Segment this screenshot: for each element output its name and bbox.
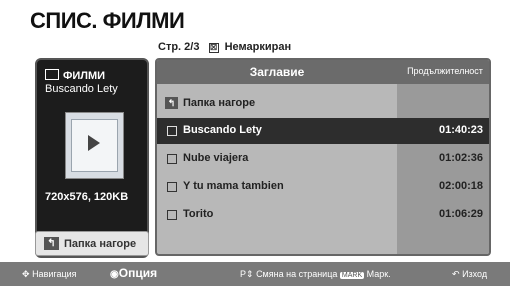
row-duration: 01:40:23 xyxy=(438,124,483,136)
preview-file-name: Buscando Lety xyxy=(45,83,118,95)
page-rocker-icon: P⇕ xyxy=(240,269,254,279)
row-name: Torito xyxy=(183,208,214,220)
row-name: Buscando Lety xyxy=(183,124,262,136)
option-hint[interactable]: ◉Опция xyxy=(110,266,157,280)
row-name: Nube viajera xyxy=(183,152,249,164)
column-duration[interactable]: Продължителност xyxy=(397,66,489,76)
list-row[interactable]: Y tu mama tambien 02:00:18 xyxy=(157,174,489,200)
folder-up-icon: ↰ xyxy=(44,237,59,250)
row-duration: 01:06:29 xyxy=(438,208,483,220)
list-row[interactable]: Nube viajera 01:02:36 xyxy=(157,146,489,172)
row-duration: 01:02:36 xyxy=(438,152,483,164)
category-label: ФИЛМИ xyxy=(45,68,105,82)
movie-folder-icon xyxy=(45,69,59,80)
row-duration: 02:00:18 xyxy=(438,180,483,192)
folder-up-label: Папка нагоре xyxy=(64,238,137,250)
option-button-icon: ◉ xyxy=(110,269,119,280)
list-row[interactable]: Torito 01:06:29 xyxy=(157,202,489,228)
page-title: СПИС. ФИЛМИ xyxy=(30,8,185,33)
filter-label: Немаркиран xyxy=(224,41,292,53)
mark-key-icon: MARK xyxy=(339,272,365,279)
mark-label: Марк. xyxy=(366,269,391,279)
exit-label: Изход xyxy=(462,269,488,279)
folder-up-icon: ↰ xyxy=(165,97,178,109)
preview-panel: ФИЛМИ Buscando Lety 720x576, 120KB xyxy=(35,58,149,258)
list-row-folder-up[interactable]: ↰ Папка нагоре xyxy=(157,91,489,117)
folder-up-button[interactable]: ↰ Папка нагоре xyxy=(35,231,149,256)
play-icon xyxy=(88,135,100,151)
nav-label: Навигация xyxy=(32,269,77,279)
preview-resolution: 720x576, 120KB xyxy=(45,191,129,203)
list-header: Заглавие Продължителност xyxy=(157,60,489,84)
page-number: Стр. 2/3 xyxy=(158,41,200,53)
column-title[interactable]: Заглавие xyxy=(157,65,397,79)
exit-icon: ↶ xyxy=(452,269,460,279)
video-thumbnail xyxy=(65,112,124,179)
row-name: Y tu mama tambien xyxy=(183,180,284,192)
exit-hint[interactable]: ↶ Изход xyxy=(452,269,487,280)
category-text: ФИЛМИ xyxy=(63,70,106,82)
page-change-hint: P⇕ Смяна на страница MARK Марк. xyxy=(240,269,391,280)
row-checkbox[interactable] xyxy=(167,154,177,164)
option-label: Опция xyxy=(118,266,158,280)
page-change-label: Смяна на страница xyxy=(256,269,338,279)
row-checkbox[interactable] xyxy=(167,210,177,220)
list-row[interactable]: Buscando Lety 01:40:23 xyxy=(157,118,489,144)
row-name: Папка нагоре xyxy=(183,97,256,109)
checkbox-icon: ☒ xyxy=(208,43,219,53)
row-checkbox[interactable] xyxy=(167,182,177,192)
row-checkbox[interactable] xyxy=(167,126,177,136)
file-list: Заглавие Продължителност ↰ Папка нагоре … xyxy=(155,58,491,256)
nav-arrows-icon: ✥ xyxy=(22,269,30,279)
page-info: Стр. 2/3 ☒ Немаркиран xyxy=(158,41,291,53)
nav-hint: ✥ Навигация xyxy=(22,269,77,280)
footer-bar: ✥ Навигация ◉Опция P⇕ Смяна на страница … xyxy=(0,262,510,286)
